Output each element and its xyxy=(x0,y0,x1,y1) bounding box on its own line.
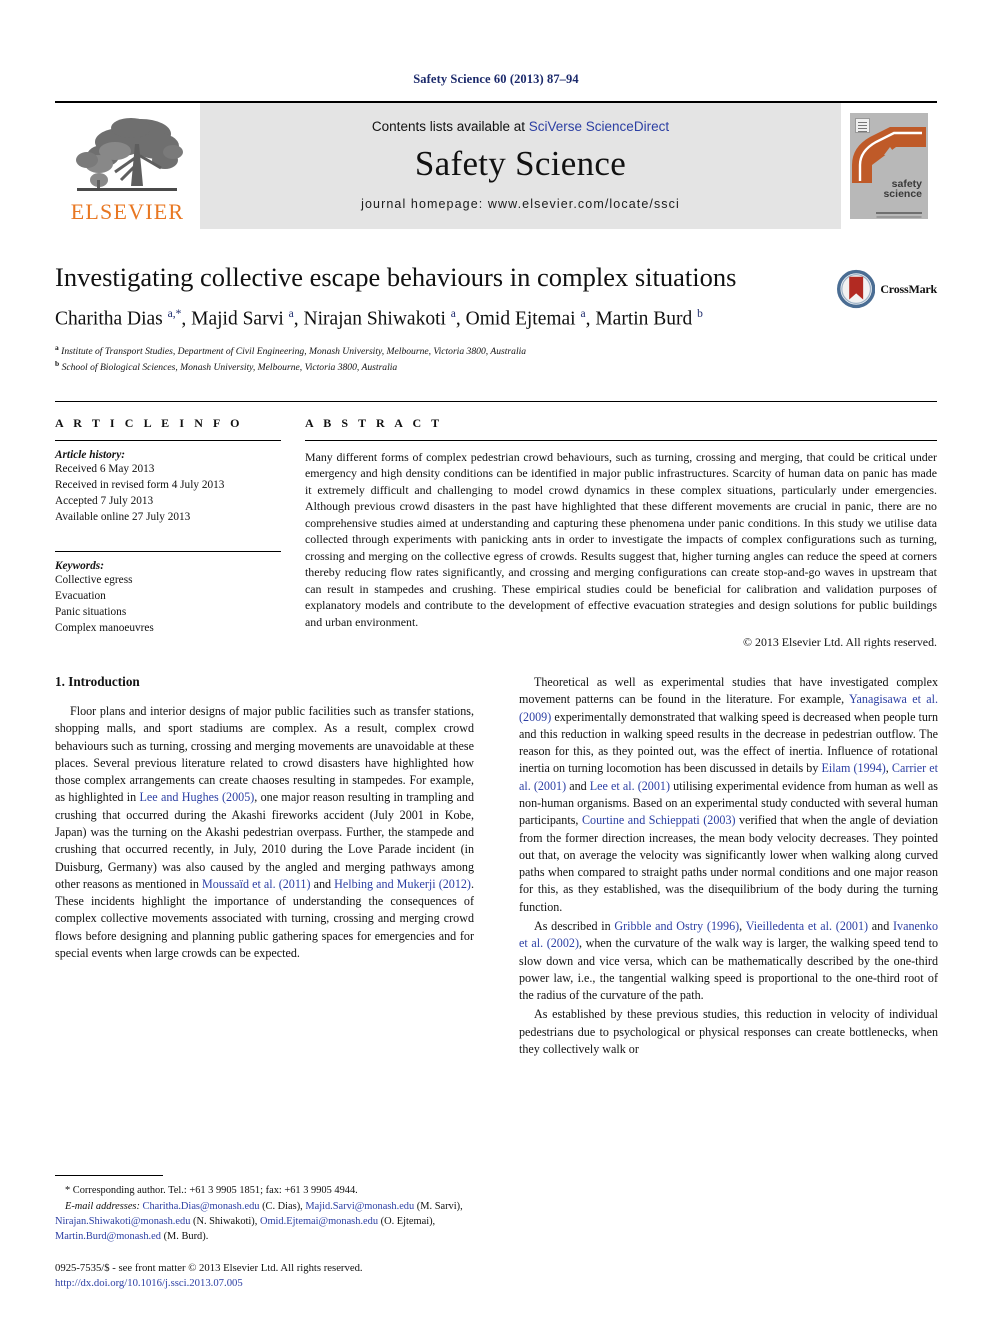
journal-cover-thumbnail: safety science xyxy=(841,103,937,229)
right-column: Theoretical as well as experimental stud… xyxy=(519,674,938,1060)
text-run: (M. Burd). xyxy=(160,1230,209,1242)
left-column-paragraphs: Floor plans and interior designs of majo… xyxy=(55,703,474,962)
citation-link[interactable]: Martin.Burd@monash.ed xyxy=(55,1231,161,1242)
info-line: Received 6 May 2013 xyxy=(55,462,155,475)
paper-page: Safety Science 60 (2013) 87–94 ELSEVIER … xyxy=(0,0,992,1323)
text-run: and xyxy=(566,778,590,793)
text-run: and xyxy=(310,876,335,891)
article-title-block: Investigating collective escape behaviou… xyxy=(55,262,937,375)
section-title-introduction: 1. Introduction xyxy=(55,674,140,690)
running-head: Safety Science 60 (2013) 87–94 xyxy=(413,72,579,86)
affiliation-b: b School of Biological Sciences, Monash … xyxy=(55,358,398,373)
citation-link[interactable]: Eilam (1994) xyxy=(822,761,886,775)
article-history-label: Article history: xyxy=(55,448,125,461)
info-abstract-region: A R T I C L E I N F O Article history: R… xyxy=(55,400,937,650)
text-run: As established by these previous studies… xyxy=(519,1007,938,1056)
citation-link[interactable]: Lee and Hughes (2005) xyxy=(140,790,255,804)
right-column-paragraphs: Theoretical as well as experimental stud… xyxy=(519,674,938,1058)
cover-footer-lines xyxy=(876,212,922,214)
citation-link[interactable]: Vieilledenta et al. (2001) xyxy=(746,919,868,933)
info-line: Complex manoeuvres xyxy=(55,621,154,634)
abstract-column: A B S T R A C T Many different forms of … xyxy=(305,416,937,650)
info-line: Panic situations xyxy=(55,605,127,618)
journal-masthead: ELSEVIER Contents lists available at Sci… xyxy=(55,101,937,229)
body-paragraph: Floor plans and interior designs of majo… xyxy=(55,703,474,962)
crossmark-icon xyxy=(837,269,876,309)
divider xyxy=(55,439,281,441)
info-line: Received in revised form 4 July 2013 xyxy=(55,478,225,491)
article-info-heading: A R T I C L E I N F O xyxy=(55,415,244,430)
masthead-center: Contents lists available at SciVerse Sci… xyxy=(200,103,841,229)
info-line: Collective egress xyxy=(55,573,133,586)
contents-available-line: Contents lists available at SciVerse Sci… xyxy=(372,119,669,134)
journal-title: Safety Science xyxy=(414,144,627,183)
info-line: Available online 27 July 2013 xyxy=(55,510,191,523)
page-footer: * Corresponding author. Tel.: +61 3 9905… xyxy=(55,1174,474,1291)
sciencedirect-link[interactable]: SciVerse ScienceDirect xyxy=(529,119,669,134)
text-run: , when the curvature of the walk way is … xyxy=(519,936,938,1003)
divider xyxy=(305,439,937,441)
footnote-divider xyxy=(55,1174,163,1176)
contents-prefix: Contents lists available at xyxy=(371,119,529,134)
article-info-column: A R T I C L E I N F O Article history: R… xyxy=(55,416,305,650)
divider xyxy=(55,550,281,552)
crossmark-badge[interactable]: CrossMark xyxy=(837,265,937,313)
citation-link[interactable]: Charitha.Dias@monash.edu xyxy=(143,1201,260,1212)
email-label: E-mail addresses: xyxy=(65,1200,140,1212)
copyright-line: © 2013 Elsevier Ltd. All rights reserved… xyxy=(743,635,937,650)
cover-title-text: safety science xyxy=(883,178,922,200)
body-paragraph: As described in Gribble and Ostry (1996)… xyxy=(519,918,938,1004)
issn-block: 0925-7535/$ - see front matter © 2013 El… xyxy=(55,1261,474,1291)
cover-image: safety science xyxy=(850,113,928,219)
article-history-list: Received 6 May 2013 Received in revised f… xyxy=(55,461,281,525)
body-paragraph: As established by these previous studies… xyxy=(519,1006,938,1058)
author-list: Charitha Dias a,*, Majid Sarvi a, Niraja… xyxy=(55,307,703,330)
abstract-heading: A B S T R A C T xyxy=(305,415,443,430)
citation-link[interactable]: Nirajan.Shiwakoti@monash.edu xyxy=(55,1216,190,1227)
text-run: and xyxy=(868,919,893,933)
citation-link[interactable]: Moussaïd et al. (2011) xyxy=(202,877,311,891)
elsevier-wordmark: ELSEVIER xyxy=(70,199,185,224)
crossmark-label: CrossMark xyxy=(880,281,937,296)
email-addresses-note: E-mail addresses: Charitha.Dias@monash.e… xyxy=(55,1199,474,1244)
body-columns: 1. Introduction Floor plans and interior… xyxy=(55,674,938,1060)
corresponding-author-note: * Corresponding author. Tel.: +61 3 9905… xyxy=(65,1184,358,1196)
citation-link[interactable]: Helbing and Mukerji (2012) xyxy=(334,877,471,891)
info-line: Accepted 7 July 2013 xyxy=(55,494,154,507)
info-line: Evacuation xyxy=(55,589,106,602)
text-run: (M. Sarvi), xyxy=(414,1200,463,1212)
body-paragraph: Theoretical as well as experimental stud… xyxy=(519,674,938,916)
text-run: , one major reason resulting in tramplin… xyxy=(55,790,474,891)
citation-link[interactable]: Omid.Ejtemai@monash.edu xyxy=(260,1216,378,1227)
text-run: As described in xyxy=(534,919,615,933)
text-run: verified that when the angle of deviatio… xyxy=(519,813,939,914)
keywords-list: Collective egress Evacuation Panic situati… xyxy=(55,572,281,636)
issn-line: 0925-7535/$ - see front matter © 2013 El… xyxy=(55,1262,363,1275)
citation-link[interactable]: Lee et al. (2001) xyxy=(590,779,670,793)
publisher-logo: ELSEVIER xyxy=(55,103,200,229)
affiliations: a Institute of Transport Studies, Depart… xyxy=(55,343,832,375)
elsevier-tree-icon xyxy=(69,114,187,200)
left-column: 1. Introduction Floor plans and interior… xyxy=(55,674,474,1060)
doi-link[interactable]: http://dx.doi.org/10.1016/j.ssci.2013.07… xyxy=(55,1276,474,1291)
abstract-text: Many different forms of complex pedestri… xyxy=(305,449,937,629)
citation-link[interactable]: Majid.Sarvi@monash.edu xyxy=(305,1201,414,1212)
text-run: (O. Ejtemai), xyxy=(378,1215,436,1227)
text-run: (C. Dias), xyxy=(259,1200,306,1212)
journal-homepage[interactable]: journal homepage: www.elsevier.com/locat… xyxy=(361,197,680,211)
page-title: Investigating collective escape behaviou… xyxy=(55,262,737,292)
affiliation-a: a Institute of Transport Studies, Depart… xyxy=(55,342,527,357)
citation-link[interactable]: Courtine and Schieppati (2003) xyxy=(582,813,736,827)
text-run: (N. Shiwakoti), xyxy=(190,1215,260,1227)
keywords-label: Keywords: xyxy=(55,559,104,572)
citation-link[interactable]: Gribble and Ostry (1996) xyxy=(614,919,739,933)
keywords-block: Keywords: Collective egress Evacuation Pan… xyxy=(55,550,281,636)
